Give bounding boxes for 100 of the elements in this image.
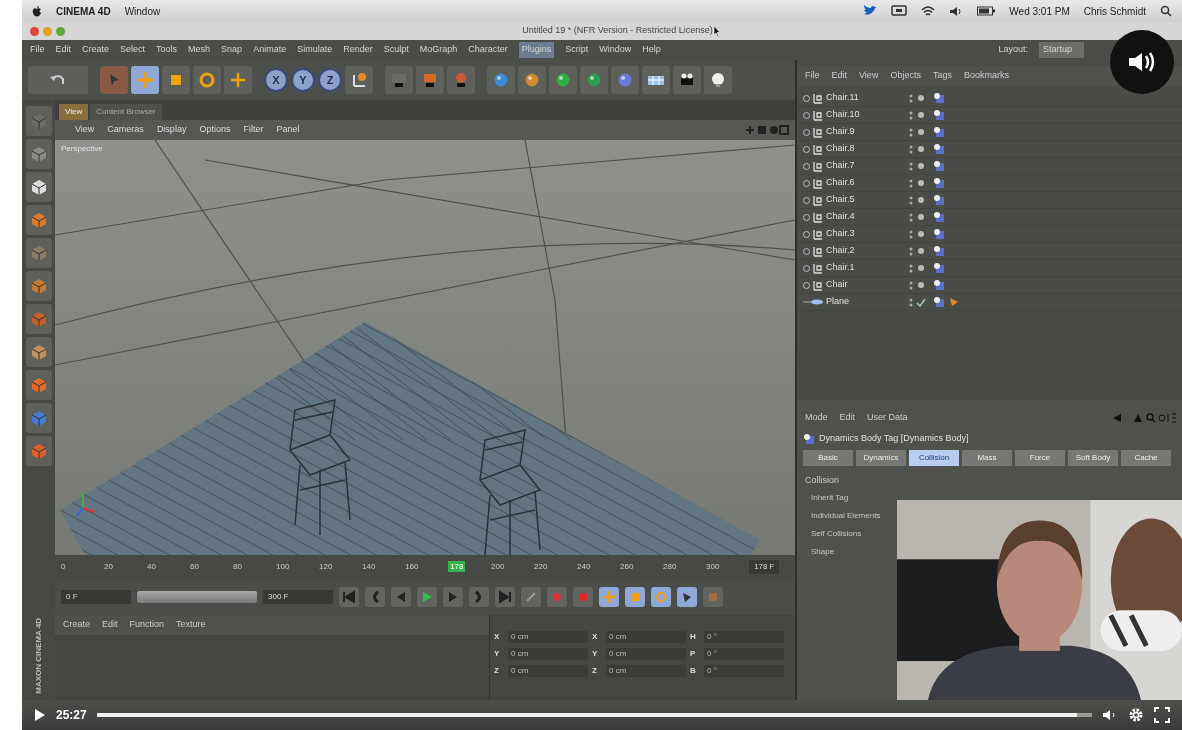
bird-icon[interactable] [863,5,878,17]
menu-item[interactable]: View [859,69,879,83]
coordinate-field[interactable]: 0 cm [508,648,588,660]
axis-toggle[interactable]: Z [318,68,342,92]
axis-button[interactable] [25,436,52,466]
object-name[interactable]: Chair.9 [826,125,884,139]
menu-item[interactable]: Render [343,43,373,57]
visibility-dots-icon[interactable] [909,296,913,308]
menu-item[interactable]: Script [565,43,589,57]
edges-button[interactable] [25,238,52,268]
go-to-start-button[interactable] [339,586,359,607]
coordinate-field[interactable]: 0 ° [704,665,784,677]
expand-icon[interactable] [803,264,810,272]
dot-icon[interactable] [916,92,926,104]
dot-icon[interactable] [916,211,926,223]
key-position-button[interactable] [599,586,619,607]
visibility-dots-icon[interactable] [909,279,913,291]
next-key-button[interactable] [469,586,489,607]
axis-toggle[interactable]: X [264,68,288,92]
dot-icon[interactable] [916,143,926,155]
coordinate-field[interactable]: 0 ° [704,648,784,660]
object-name[interactable]: Chair.5 [826,193,884,207]
wifi-icon[interactable] [921,5,936,17]
menu-item[interactable]: Help [642,43,661,57]
object-name[interactable]: Chair.6 [826,176,884,190]
previous-frame-button[interactable] [391,586,411,607]
coordinate-field[interactable]: 0 cm [508,631,588,643]
check-icon[interactable] [916,296,926,308]
expand-icon[interactable] [803,128,810,136]
range-slider[interactable] [137,590,257,603]
coordinate-field[interactable]: 0 cm [606,631,686,643]
expand-icon[interactable] [803,179,810,187]
record-button[interactable] [521,586,541,607]
layout-dropdown[interactable]: Startup [1038,42,1084,58]
visibility-dots-icon[interactable] [909,194,913,206]
dynamics-tag-icon[interactable] [933,92,945,104]
object-name[interactable]: Chair.2 [826,244,884,258]
cube-button[interactable] [487,66,515,94]
attribute-tab[interactable]: Cache [1121,449,1171,466]
object-name[interactable]: Chair [826,278,884,292]
dynamics-tag-icon[interactable] [933,228,945,240]
visibility-dots-icon[interactable] [909,262,913,274]
next-frame-button[interactable] [443,586,463,607]
dynamics-tag-icon[interactable] [933,143,945,155]
scale-button[interactable] [162,66,190,94]
menu-item[interactable]: Objects [890,69,921,83]
snap-button[interactable] [25,370,52,400]
light-button[interactable] [704,66,732,94]
dynamics-tag-icon[interactable] [933,160,945,172]
object-name[interactable]: Chair.11 [826,91,884,105]
attribute-tab[interactable]: Collision [909,449,959,466]
expand-icon[interactable] [803,247,810,255]
battery-icon[interactable] [977,6,996,16]
dot-icon[interactable] [916,194,926,206]
frame-field[interactable]: 178 F [749,559,780,574]
menu-item[interactable]: Edit [839,411,856,425]
visibility-dots-icon[interactable] [909,92,913,104]
undo-button[interactable] [28,66,88,94]
menu-item[interactable]: File [805,69,820,83]
menubar-clock[interactable]: Wed 3:01 PM [1009,3,1070,19]
start-frame-field[interactable]: 0 F [61,589,131,604]
menu-item[interactable]: View [75,123,95,137]
menu-item[interactable]: Edit [102,618,118,632]
menu-item[interactable]: Create [63,618,90,632]
dynamics-tag-icon[interactable] [933,194,945,206]
rotate-button[interactable] [193,66,221,94]
app-menu[interactable]: CINEMA 4D [56,3,111,19]
model-button[interactable] [25,139,52,169]
close-button[interactable] [30,26,39,36]
go-to-end-button[interactable] [495,586,515,607]
menu-item[interactable]: Options [199,123,231,137]
key-pla-button[interactable] [703,586,723,607]
expand-icon[interactable] [803,111,810,119]
menu-item[interactable]: Animate [253,43,287,57]
object-name[interactable]: Chair.7 [826,159,884,173]
visibility-dots-icon[interactable] [909,211,913,223]
menu-item[interactable]: Simulate [297,43,333,57]
screen-icon[interactable] [891,5,908,17]
dot-icon[interactable] [916,109,926,121]
coordinate-field[interactable]: 0 cm [508,665,588,677]
menu-item[interactable]: Mode [805,411,828,425]
dynamics-tag-icon[interactable] [933,262,945,274]
apple-icon[interactable] [32,5,42,17]
attribute-tab[interactable]: Force [1015,449,1065,466]
expand-icon[interactable] [803,145,810,153]
render-button[interactable] [416,66,444,94]
cursor-button[interactable] [100,66,128,94]
points-button[interactable] [25,172,52,202]
dynamics-tag-icon[interactable] [933,245,945,257]
menu-item[interactable]: Tags [932,69,952,83]
dynamics-tag-icon[interactable] [933,211,945,223]
add-button[interactable] [224,66,252,94]
texture-button[interactable] [25,304,52,334]
menu-item[interactable]: Character [468,43,508,57]
previous-key-button[interactable] [365,586,385,607]
menu-item[interactable]: Edit [831,69,848,83]
object-name[interactable]: Chair.8 [826,142,884,156]
menu-item[interactable]: Display [156,123,187,137]
grid-button[interactable] [25,403,52,433]
expand-icon[interactable] [803,94,810,102]
